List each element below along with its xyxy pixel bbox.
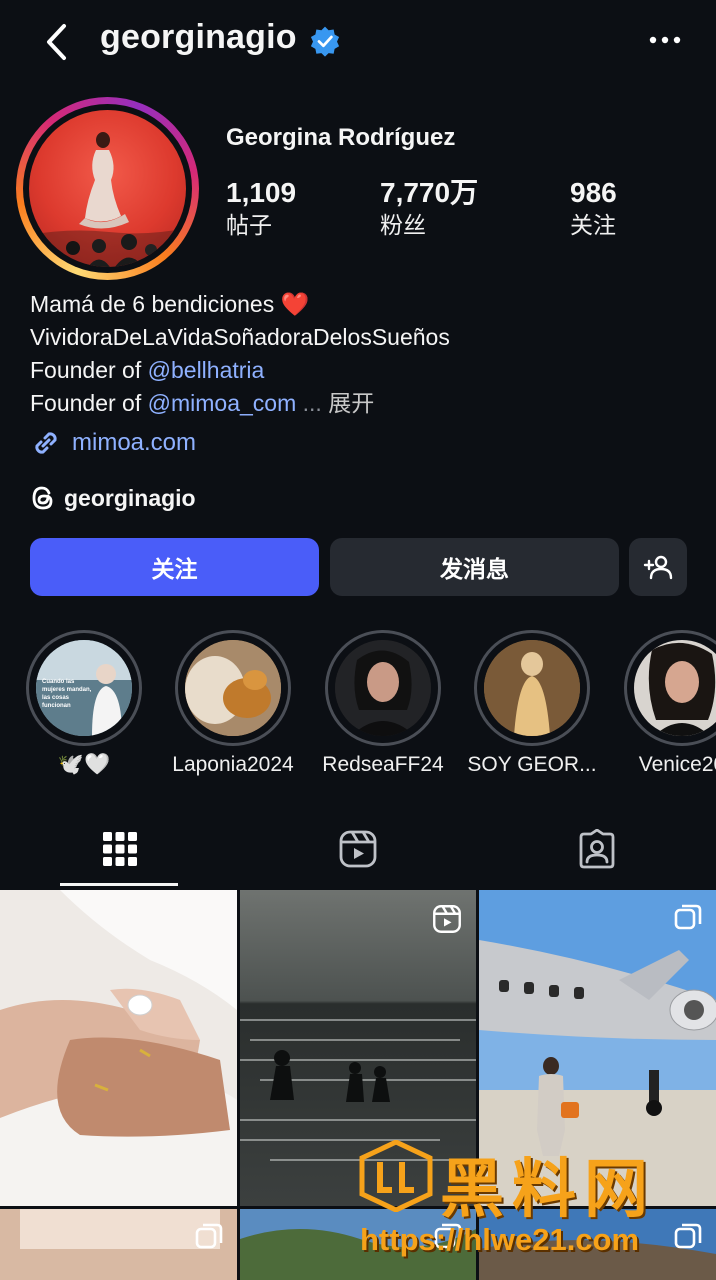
stat-following-label: 关注 bbox=[570, 212, 616, 238]
link-icon bbox=[35, 432, 57, 454]
profile-link[interactable]: mimoa.com bbox=[30, 427, 196, 459]
highlight-label: SOY GEOR... bbox=[467, 753, 597, 776]
stat-posts-label: 帖子 bbox=[226, 212, 272, 238]
carousel-icon bbox=[674, 904, 702, 930]
bio-line-3: Founder of @bellhatria bbox=[30, 357, 265, 383]
back-button[interactable] bbox=[36, 20, 76, 64]
threads-handle: georginagio bbox=[64, 484, 196, 511]
stat-posts[interactable]: 1,109 帖子 bbox=[226, 176, 296, 240]
avatar bbox=[29, 110, 186, 267]
grid-icon bbox=[103, 832, 137, 866]
heart-emoji: ❤️ bbox=[280, 291, 310, 317]
post-thumbnail bbox=[0, 890, 237, 1206]
link-text: mimoa.com bbox=[72, 429, 197, 456]
more-horizontal-icon bbox=[649, 36, 681, 44]
grid-post[interactable] bbox=[0, 1209, 237, 1280]
stat-following-value: 986 bbox=[570, 177, 617, 208]
bio-expand-link[interactable]: 展开 bbox=[328, 390, 374, 416]
active-tab-indicator bbox=[60, 883, 178, 886]
reels-icon bbox=[433, 905, 461, 933]
highlight-cover bbox=[484, 640, 580, 736]
bio-line-2: VividoraDeLaVidaSoñadoraDelosSueños bbox=[30, 324, 450, 350]
bio-line-1: Mamá de 6 bendiciones ❤️ bbox=[30, 291, 310, 317]
profile-tabs bbox=[0, 810, 716, 890]
carousel-icon bbox=[195, 1223, 223, 1249]
chevron-left-icon bbox=[47, 24, 66, 60]
stat-posts-value: 1,109 bbox=[226, 177, 297, 208]
highlight-label: RedseaFF24 bbox=[322, 753, 444, 776]
watermark-title: 黑料网 bbox=[440, 1153, 656, 1225]
avatar-story-ring[interactable] bbox=[16, 97, 199, 280]
tab-reels[interactable] bbox=[298, 810, 418, 888]
highlight-label: Venice20 bbox=[638, 753, 716, 776]
tagged-person-icon bbox=[579, 829, 615, 869]
profile-full-name: Georgina Rodríguez bbox=[226, 124, 456, 151]
highlight-cover: Cuando las mujeres mandan, las cosas fun… bbox=[36, 640, 132, 736]
grid-post[interactable] bbox=[0, 890, 237, 1206]
tab-posts[interactable] bbox=[60, 810, 180, 888]
highlight-cover bbox=[634, 640, 716, 736]
add-user-icon bbox=[643, 555, 673, 580]
threads-icon bbox=[32, 486, 53, 510]
top-bar: georginagio bbox=[0, 0, 716, 84]
suggested-users-button[interactable] bbox=[629, 538, 687, 596]
stat-followers[interactable]: 7,770万 粉丝 bbox=[380, 176, 478, 240]
watermark-url: https://hlwe21.com bbox=[360, 1222, 640, 1257]
watermark-logo-icon bbox=[359, 1140, 433, 1212]
stat-followers-label: 粉丝 bbox=[380, 212, 426, 238]
bio-line-4: Founder of @mimoa_com ... 展开 bbox=[30, 390, 375, 416]
verified-badge-icon bbox=[310, 26, 340, 57]
stat-following[interactable]: 986 关注 bbox=[570, 176, 617, 240]
mention-bellhatria[interactable]: @bellhatria bbox=[148, 357, 265, 383]
watermark: 黑料网 https://hlwe21.com bbox=[352, 1130, 716, 1280]
highlight-cover-text: Cuando las mujeres mandan, las cosas fun… bbox=[42, 679, 92, 709]
tab-tagged[interactable] bbox=[537, 810, 657, 888]
highlight-cover bbox=[335, 640, 431, 736]
stat-followers-value: 7,770万 bbox=[380, 177, 479, 208]
threads-badge[interactable]: georginagio bbox=[30, 484, 196, 512]
username-title: georginagio bbox=[100, 18, 297, 56]
profile-page: georginagio Georgina Rodríguez 1,109 帖子 … bbox=[0, 0, 716, 1280]
highlight-label: 🕊️🤍 bbox=[57, 753, 111, 776]
more-options-button[interactable] bbox=[640, 22, 690, 58]
mention-mimoa[interactable]: @mimoa_com bbox=[148, 390, 297, 416]
reels-icon bbox=[339, 830, 377, 868]
avatar-photo bbox=[29, 132, 186, 267]
highlight-cover bbox=[185, 640, 281, 736]
message-button[interactable]: 发消息 bbox=[330, 538, 619, 596]
profile-bio: Mamá de 6 bendiciones ❤️ VividoraDeLaVid… bbox=[30, 288, 450, 420]
highlight-label: Laponia2024 bbox=[172, 753, 294, 776]
follow-button[interactable]: 关注 bbox=[30, 538, 319, 596]
